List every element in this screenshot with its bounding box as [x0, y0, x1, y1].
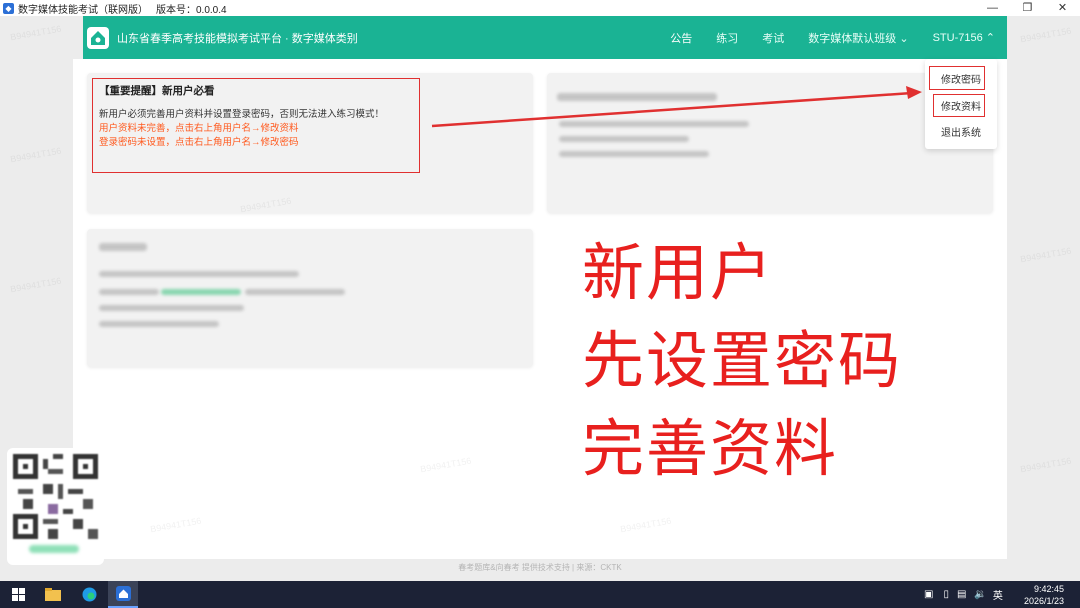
new-user-notice: 【重要提醒】新用户必看 新用户必须完善用户资料并设置登录密码，否则无法进入练习模…	[92, 78, 420, 173]
qr-caption	[29, 545, 79, 553]
chevron-down-icon: ⌄	[899, 32, 909, 45]
clock-time: 9:42:45	[1033, 584, 1064, 594]
highlight-box	[929, 66, 985, 90]
taskbar-clock[interactable]: 9:42:45 2026/1/23	[1024, 583, 1064, 607]
logout-item[interactable]: 退出系统	[925, 124, 997, 139]
notice-title: 【重要提醒】新用户必看	[99, 85, 215, 97]
user-name: STU-7156	[932, 32, 983, 44]
notice-warning-profile: 用户资料未完善，点击右上角用户名→修改资料	[99, 123, 299, 134]
app-title: 山东省春季高考技能模拟考试平台 · 数字媒体类别	[117, 32, 358, 45]
minimize-icon[interactable]: —	[975, 0, 1010, 16]
watermark: B94941T156	[1019, 25, 1073, 45]
pen-icon[interactable]: ▯	[943, 589, 949, 600]
annotation-line: 完善资料	[582, 412, 839, 485]
chevron-up-icon: ⌃	[985, 32, 995, 44]
ime-indicator[interactable]: 英	[993, 587, 1003, 602]
nav-practice[interactable]: 练习	[716, 30, 738, 46]
qr-code-icon	[13, 454, 98, 539]
windows-start-icon[interactable]	[6, 581, 30, 608]
network-icon[interactable]: ▤	[957, 589, 966, 600]
main-content: 【重要提醒】新用户必看 新用户必须完善用户资料并设置登录密码，否则无法进入练习模…	[73, 59, 1007, 559]
close-icon[interactable]: ✕	[1045, 0, 1080, 16]
window-title: 数字媒体技能考试（联网版）	[18, 4, 148, 16]
file-explorer-icon[interactable]	[40, 581, 66, 608]
highlight-box	[933, 94, 985, 117]
window-controls: — ❐ ✕	[975, 0, 1080, 16]
notice-warning-password: 登录密码未设置，点击右上角用户名→修改密码	[99, 137, 299, 148]
watermark: B94941T156	[1019, 245, 1073, 265]
top-nav: 公告 练习 考试 数字媒体默认班级 ⌄ STU-7156 ⌃	[670, 16, 1007, 59]
user-menu[interactable]: STU-7156 ⌃	[933, 31, 995, 44]
footer-text: 春考题库&向春考 提供技术支持 | 来源：CKTK	[458, 563, 622, 572]
watermark: B94941T156	[9, 23, 63, 43]
taskbar: ▣ ▯ ▤ 🔉 英 9:42:45 2026/1/23	[0, 581, 1080, 608]
app-header: 山东省春季高考技能模拟考试平台 · 数字媒体类别 公告 练习 考试 数字媒体默认…	[83, 16, 1007, 59]
info-card	[87, 229, 533, 367]
restore-icon[interactable]: ❐	[1010, 0, 1045, 16]
exam-app-taskbar-icon[interactable]	[108, 581, 138, 608]
nav-announcement[interactable]: 公告	[670, 30, 692, 46]
edge-browser-icon[interactable]	[76, 581, 102, 608]
class-select[interactable]: 数字媒体默认班级 ⌄	[808, 30, 908, 46]
watermark: B94941T156	[9, 275, 63, 295]
nav-exam[interactable]: 考试	[762, 30, 784, 46]
window-titlebar: ◆ 数字媒体技能考试（联网版） 版本号：0.0.0.4 — ❐ ✕	[0, 0, 1080, 16]
app-icon: ◆	[3, 2, 14, 14]
volume-icon[interactable]: 🔉	[974, 589, 986, 600]
tray-app-icon[interactable]: ▣	[924, 589, 933, 600]
annotation-line: 先设置密码	[582, 324, 903, 397]
clock-date: 2026/1/23	[1023, 596, 1064, 606]
version-label: 版本号：0.0.0.4	[156, 4, 227, 16]
tray-icons: ▣ ▯ ▤ 🔉 英	[924, 581, 1003, 608]
qr-code-panel	[7, 448, 104, 565]
logo-icon	[87, 26, 109, 49]
watermark: B94941T156	[1019, 455, 1073, 475]
class-select-label: 数字媒体默认班级	[808, 32, 897, 45]
watermark: B94941T156	[9, 145, 63, 165]
notice-text: 新用户必须完善用户资料并设置登录密码，否则无法进入练习模式！	[99, 109, 385, 120]
annotation-line: 新用户	[582, 236, 775, 309]
